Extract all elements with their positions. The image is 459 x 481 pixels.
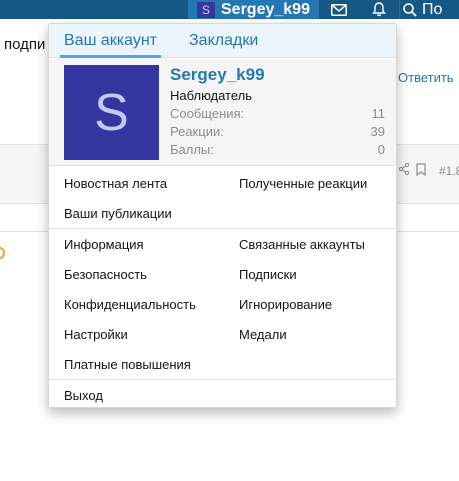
avatar[interactable]: S: [64, 65, 159, 160]
alerts-button[interactable]: [359, 0, 399, 19]
menu-link-settings[interactable]: Настройки: [64, 327, 128, 342]
menu-link-info[interactable]: Информация: [64, 237, 144, 252]
reply-link[interactable]: Ответить: [398, 70, 454, 85]
stat-label: Реакции:: [170, 124, 224, 139]
nav-divider: [399, 0, 400, 19]
nav-username: Sergey_k99: [221, 0, 310, 18]
menu-link-news-feed[interactable]: Новостная лента: [64, 176, 167, 191]
menu-link-linked-accounts[interactable]: Связанные аккаунты: [239, 237, 365, 252]
top-nav-bar: S Sergey_k99 По: [0, 0, 459, 19]
badge-icon: [0, 247, 5, 259]
tab-your-account[interactable]: Ваш аккаунт: [60, 32, 161, 58]
account-nav-button[interactable]: S Sergey_k99: [188, 0, 319, 19]
search-button[interactable]: По: [403, 0, 442, 19]
menu-link-privacy[interactable]: Конфиденциальность: [64, 297, 196, 312]
stat-messages: Сообщения: 11: [170, 106, 385, 121]
menu-tabs: Ваш аккаунт Закладки: [49, 24, 396, 58]
search-label: По: [422, 0, 443, 18]
user-title: Наблюдатель: [170, 88, 253, 103]
menu-divider: [49, 228, 396, 229]
menu-link-security[interactable]: Безопасность: [64, 267, 147, 282]
stat-value: 11: [371, 106, 386, 121]
stat-reactions: Реакции: 39: [170, 124, 385, 139]
post-number[interactable]: #1.8: [439, 164, 459, 178]
stat-label: Сообщения:: [170, 106, 245, 121]
menu-link-subscriptions[interactable]: Подписки: [239, 267, 297, 282]
menu-link-medals[interactable]: Медали: [239, 327, 287, 342]
search-icon: [403, 2, 417, 17]
menu-link-your-posts[interactable]: Ваши публикации: [64, 206, 172, 221]
stat-label: Баллы:: [170, 142, 214, 157]
share-icon[interactable]: [399, 163, 409, 175]
logout-link[interactable]: Выход: [64, 388, 103, 403]
menu-link-ignoring[interactable]: Игнорирование: [239, 297, 332, 312]
menu-link-paid-upgrades[interactable]: Платные повышения: [64, 357, 191, 372]
menu-divider: [49, 379, 396, 380]
tab-bookmarks[interactable]: Закладки: [185, 32, 262, 58]
bell-icon: [372, 2, 386, 17]
stat-points: Баллы: 0: [170, 142, 385, 157]
conversations-button[interactable]: [319, 0, 359, 19]
account-menu: Ваш аккаунт Закладки S Sergey_k99 Наблюд…: [48, 23, 397, 408]
nav-avatar: S: [197, 1, 215, 18]
stat-value: 39: [370, 124, 385, 139]
profile-username[interactable]: Sergey_k99: [170, 65, 265, 85]
menu-link-received-reactions[interactable]: Полученные реакции: [239, 176, 367, 191]
background-text: подпи: [4, 36, 46, 53]
stat-value: 0: [377, 142, 385, 157]
envelope-icon: [331, 3, 347, 16]
profile-summary: S Sergey_k99 Наблюдатель Сообщения: 11 Р…: [49, 59, 396, 166]
bookmark-icon[interactable]: [416, 163, 426, 176]
